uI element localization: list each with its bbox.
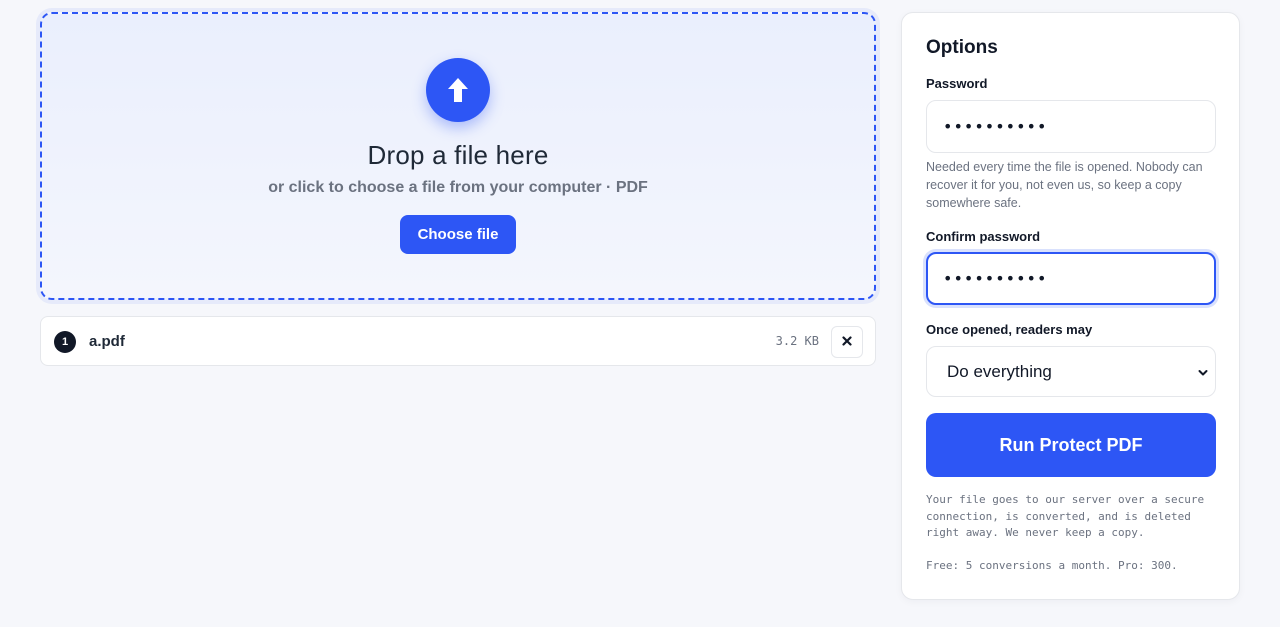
file-list-item: 1 a.pdf 3.2 KB bbox=[40, 316, 876, 366]
choose-file-button[interactable]: Choose file bbox=[400, 215, 516, 254]
file-name: a.pdf bbox=[89, 333, 125, 350]
dropzone-subtitle: or click to choose a file from your comp… bbox=[268, 179, 648, 196]
chevron-down-icon bbox=[1197, 366, 1209, 384]
permissions-label: Once opened, readers may bbox=[926, 322, 1093, 337]
permissions-select[interactable]: Do everything bbox=[926, 346, 1216, 397]
permissions-selected-value: Do everything bbox=[947, 362, 1052, 381]
password-field[interactable] bbox=[926, 100, 1216, 153]
file-dropzone[interactable]: Drop a file here or click to choose a fi… bbox=[40, 12, 876, 300]
remove-file-button[interactable] bbox=[831, 326, 863, 358]
file-size: 3.2 KB bbox=[775, 334, 819, 348]
upload-arrow-icon bbox=[426, 58, 490, 122]
options-title: Options bbox=[926, 37, 998, 58]
password-label: Password bbox=[926, 76, 988, 91]
options-panel: Options Password Needed every time the f… bbox=[901, 12, 1240, 600]
confirm-password-label: Confirm password bbox=[926, 229, 1041, 244]
close-icon bbox=[842, 333, 852, 351]
file-index-badge: 1 bbox=[54, 331, 76, 353]
privacy-note: Your file goes to our server over a secu… bbox=[926, 493, 1205, 539]
dropzone-title: Drop a file here bbox=[367, 140, 549, 170]
password-help-text: Needed every time the file is opened. No… bbox=[926, 160, 1203, 210]
confirm-password-field[interactable] bbox=[926, 252, 1216, 305]
run-protect-pdf-button[interactable]: Run Protect PDF bbox=[926, 413, 1216, 477]
quota-note: Free: 5 conversions a month. Pro: 300. bbox=[926, 559, 1178, 572]
